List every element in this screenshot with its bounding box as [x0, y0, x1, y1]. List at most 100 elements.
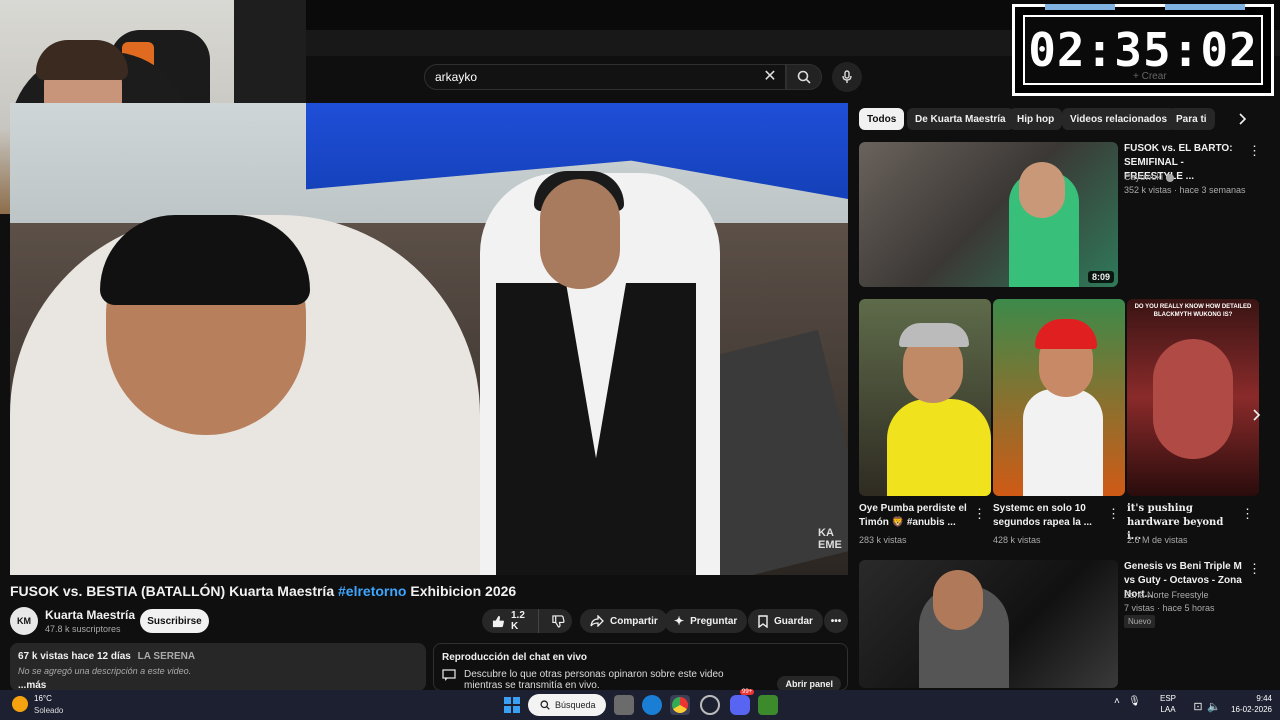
- edge-browser-icon[interactable]: [642, 695, 662, 715]
- windows-start-icon[interactable]: [502, 695, 522, 715]
- sun-icon: [12, 696, 28, 712]
- search-input[interactable]: arkayko: [424, 64, 786, 90]
- short-thumbnail[interactable]: [859, 299, 991, 496]
- short-views: 428 k vistas: [993, 535, 1041, 545]
- recommendation-channel[interactable]: Cayuwoki: [1124, 171, 1175, 184]
- chip-videos-relacionados[interactable]: Videos relacionados: [1062, 108, 1176, 130]
- channel-name[interactable]: Kuarta Maestría: [45, 608, 135, 622]
- thumb-figure: [1153, 339, 1233, 459]
- video-scene-rapper-head: [540, 179, 620, 289]
- volume-icon[interactable]: 🔈: [1204, 696, 1224, 716]
- video-player[interactable]: KA EME: [10, 103, 848, 575]
- short-views: 283 k vistas: [859, 535, 907, 545]
- chip-para-ti[interactable]: Para ti: [1168, 108, 1215, 130]
- recommendation-channel-name: Cayuwoki: [1124, 172, 1164, 182]
- chip-kuarta-maestria[interactable]: De Kuarta Maestría: [907, 108, 1014, 130]
- description-box[interactable]: 67 k vistas hace 12 días LA SERENA No se…: [10, 643, 426, 691]
- system-tray-icons[interactable]: ˄ 🎙: [1114, 696, 1141, 707]
- like-dislike-group: 1.2 K: [482, 609, 572, 633]
- thumb-cap: [899, 323, 969, 347]
- channel-watermark: KA EME: [818, 527, 842, 551]
- discord-icon[interactable]: 99+: [730, 689, 755, 715]
- hashtag-link[interactable]: #elretorno: [338, 583, 406, 599]
- new-badge: Nuevo: [1124, 615, 1156, 628]
- keyboard-language[interactable]: ESP LAA: [1160, 693, 1176, 715]
- save-label: Guardar: [774, 615, 813, 627]
- bookmark-icon: [758, 614, 768, 628]
- short-title[interactable]: Systemc en solo 10 segundos rapea la ...: [993, 502, 1107, 530]
- channel-avatar[interactable]: KM: [10, 607, 38, 635]
- recommendation-thumbnail[interactable]: [859, 560, 1118, 688]
- recommendation-channel[interactable]: Zona Norte Freestyle: [1124, 589, 1209, 602]
- chrome-browser-icon[interactable]: [670, 695, 690, 715]
- more-vertical-icon[interactable]: ⋮: [1241, 507, 1254, 520]
- recommendation-thumbnail[interactable]: 8:09: [859, 142, 1118, 287]
- clear-search-icon[interactable]: ✕: [760, 66, 780, 86]
- short-thumbnail-caption: DO YOU REALLY KNOW HOW DETAILED BLACKMYT…: [1134, 304, 1252, 318]
- weather-widget[interactable]: 16°C Soleado: [12, 693, 72, 719]
- chips-next-button[interactable]: [1232, 108, 1254, 130]
- thumbs-down-icon: [552, 614, 565, 628]
- more-vertical-icon[interactable]: ⋮: [1248, 144, 1261, 157]
- stream-timer-overlay: 02:35:02 + Crear: [1012, 4, 1274, 96]
- taskbar-clock[interactable]: 9:44 16-02-2026: [1222, 693, 1272, 715]
- minecraft-icon[interactable]: [758, 695, 778, 715]
- short-thumbnail[interactable]: [993, 299, 1125, 496]
- chip-todos[interactable]: Todos: [859, 108, 905, 130]
- timer-accent-bar: [1045, 4, 1115, 10]
- verified-icon: [1166, 173, 1175, 182]
- thumb-figure: [1023, 389, 1103, 496]
- clock-date: 16-02-2026: [1231, 705, 1272, 714]
- notification-badge: 99+: [740, 689, 755, 695]
- taskbar-search[interactable]: Búsqueda: [528, 694, 606, 716]
- thumb-face: [1019, 162, 1065, 218]
- video-title-tail: Exhibicion 2026: [410, 583, 517, 599]
- like-button[interactable]: 1.2 K: [482, 609, 540, 633]
- location-tag[interactable]: LA SERENA: [138, 651, 195, 662]
- more-vertical-icon[interactable]: ⋮: [1248, 562, 1261, 575]
- lang-layout: LAA: [1160, 705, 1176, 714]
- more-vertical-icon[interactable]: ⋮: [973, 507, 986, 520]
- ask-button[interactable]: ✦ Preguntar: [664, 609, 748, 633]
- weather-temperature: 16°C: [34, 694, 52, 703]
- view-count: 67 k vistas: [18, 651, 69, 662]
- chat-replay-text: Descubre lo que otras personas opinaron …: [464, 669, 724, 691]
- thumb-face: [933, 570, 983, 630]
- sparkle-icon: ✦: [674, 614, 685, 628]
- thumbs-up-icon: [492, 615, 504, 627]
- voice-search-button[interactable]: [832, 62, 862, 92]
- video-title-main: FUSOK vs. BESTIA (BATALLÓN) Kuarta Maest…: [10, 583, 335, 599]
- lang-code: ESP: [1160, 694, 1177, 703]
- chat-icon: [442, 669, 456, 681]
- microphone-icon: [842, 70, 852, 83]
- create-button-ghost: + Crear: [1133, 71, 1167, 82]
- dislike-button[interactable]: [545, 609, 572, 633]
- share-icon: [590, 615, 604, 627]
- webcam-hair: [36, 40, 128, 80]
- shorts-next-button[interactable]: [1246, 404, 1268, 426]
- subscriber-count: 47.8 k suscriptores: [45, 624, 121, 634]
- save-button[interactable]: Guardar: [748, 609, 823, 633]
- share-button[interactable]: Compartir: [580, 609, 668, 633]
- taskbar-search-label: Búsqueda: [555, 700, 596, 710]
- chevron-right-icon: [1239, 113, 1247, 125]
- short-thumbnail[interactable]: DO YOU REALLY KNOW HOW DETAILED BLACKMYT…: [1127, 299, 1259, 496]
- more-vertical-icon[interactable]: ⋮: [1107, 507, 1120, 520]
- chat-replay-title: Reproducción del chat en vivo: [442, 652, 588, 663]
- description-text: No se agregó una descripción a este vide…: [18, 666, 192, 676]
- weather-condition: Soleado: [34, 706, 64, 715]
- open-panel-button[interactable]: Abrir panel: [777, 676, 841, 690]
- short-views: 2.6 M de vistas: [1127, 535, 1188, 545]
- task-view-icon[interactable]: [614, 695, 634, 715]
- more-horizontal-icon: •••: [830, 615, 842, 627]
- windows-taskbar: [0, 690, 1280, 720]
- subscribe-button[interactable]: Suscribirse: [140, 609, 209, 633]
- short-title[interactable]: Oye Pumba perdiste el Timón 🦁 #anubis ..…: [859, 502, 973, 530]
- more-actions-button[interactable]: •••: [824, 609, 848, 633]
- search-button[interactable]: [786, 64, 822, 90]
- share-label: Compartir: [610, 615, 658, 627]
- chip-hip-hop[interactable]: Hip hop: [1009, 108, 1063, 130]
- chat-replay-box: Reproducción del chat en vivo Descubre l…: [433, 643, 848, 691]
- obs-studio-icon[interactable]: [700, 695, 720, 715]
- ask-label: Preguntar: [690, 615, 738, 627]
